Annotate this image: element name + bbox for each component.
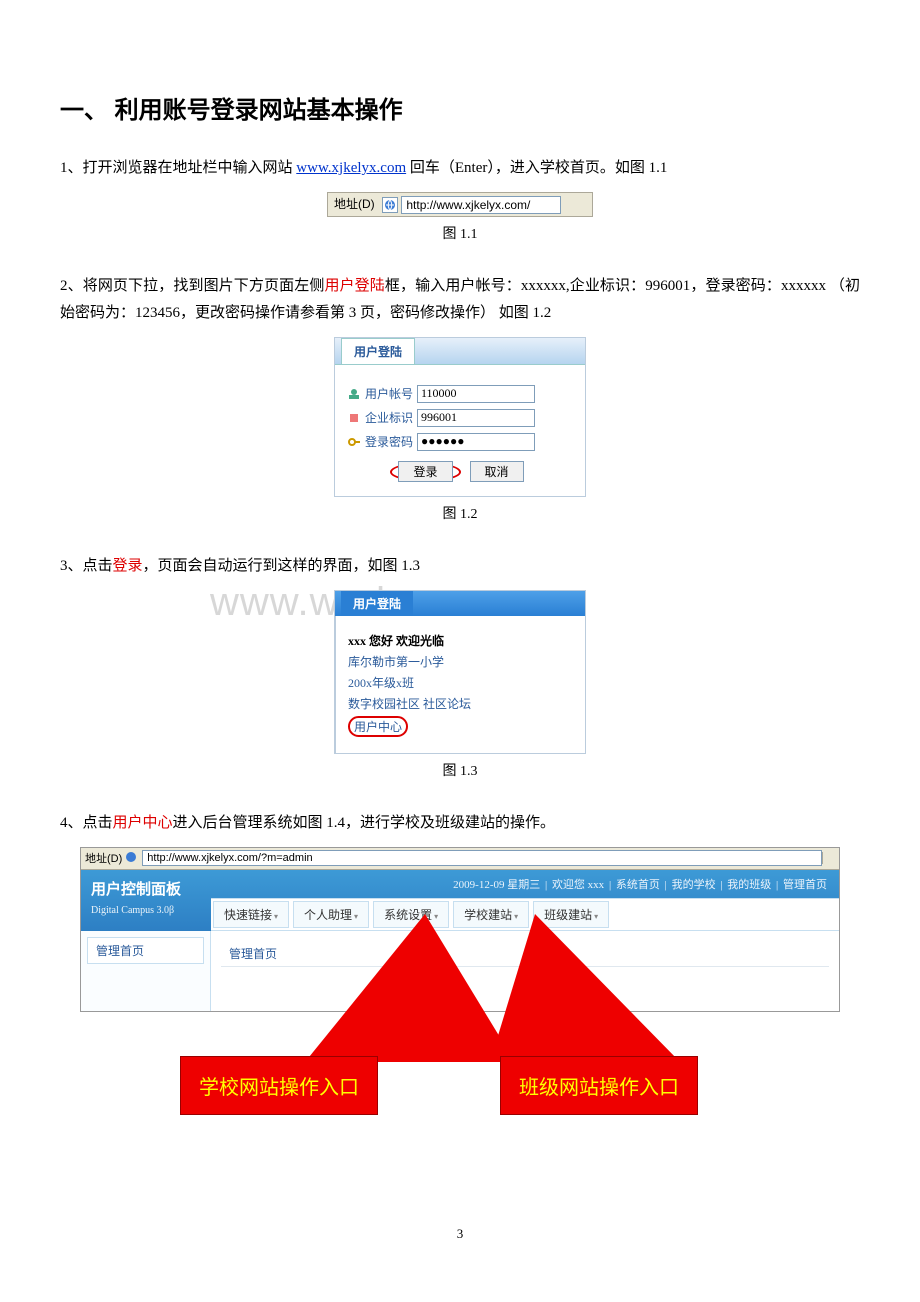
ie-icon — [124, 850, 138, 867]
enterprise-icon — [347, 411, 361, 425]
top-link-home[interactable]: 系统首页 — [616, 879, 660, 891]
callout-school: 学校网站操作入口 — [180, 1056, 378, 1115]
class-link[interactable]: 200x年级x班 — [348, 674, 573, 691]
top-link-class[interactable]: 我的班级 — [727, 879, 771, 891]
page-number: 3 — [60, 1226, 860, 1242]
top-links: 2009-12-09 星期三 | 欢迎您 xxx | 系统首页 | 我的学校 |… — [211, 870, 839, 898]
forum-link[interactable]: 社区论坛 — [423, 697, 471, 711]
step-2: 2、将网页下拉，找到图片下方页面左侧用户登陆框，输入用户帐号：xxxxxx,企业… — [60, 273, 860, 327]
step-3: 3、点击登录，页面会自动运行到这样的界面，如图 1.3 — [60, 553, 860, 580]
user-center-link[interactable]: 用户中心 — [354, 720, 402, 734]
password-input[interactable] — [417, 433, 535, 451]
admin-url: http://www.xjkelyx.com/?m=admin — [142, 850, 822, 866]
step-4: 4、点击用户中心进入后台管理系统如图 1.4，进行学校及班级建站的操作。 — [60, 810, 860, 837]
address-bar-fig1: 地址(D) http://www.xjkelyx.com/ — [327, 192, 593, 217]
key-icon — [347, 435, 361, 449]
top-link-admin[interactable]: 管理首页 — [783, 879, 827, 891]
enterprise-id-input[interactable] — [417, 409, 535, 427]
user-id-input[interactable] — [417, 385, 535, 403]
callout-arrows — [80, 914, 840, 1174]
school-link[interactable]: 库尔勒市第一小学 — [348, 653, 573, 670]
top-link-school[interactable]: 我的学校 — [672, 879, 716, 891]
caption-1-3: 图 1.3 — [60, 760, 860, 780]
ie-icon — [382, 197, 398, 213]
user-icon — [347, 387, 361, 401]
welcome-tab: 用户登陆 — [341, 591, 413, 616]
section-heading: 一、 利用账号登录网站基本操作 — [60, 90, 860, 125]
callout-class: 班级网站操作入口 — [500, 1056, 698, 1115]
login-button[interactable]: 登录 — [398, 461, 452, 482]
cancel-button[interactable]: 取消 — [470, 461, 524, 482]
scroll-icon — [822, 852, 835, 864]
panel-title: 用户控制面板 — [91, 878, 201, 899]
login-tab: 用户登陆 — [341, 338, 415, 364]
address-url: http://www.xjkelyx.com/ — [401, 196, 561, 214]
caption-1-2: 图 1.2 — [60, 503, 860, 523]
community-link[interactable]: 数字校园社区 — [348, 697, 420, 711]
step-1: 1、打开浏览器在地址栏中输入网站 www.xjkelyx.com 回车（Ente… — [60, 155, 860, 182]
caption-1-1: 图 1.1 — [60, 223, 860, 243]
website-link[interactable]: www.xjkelyx.com — [296, 160, 406, 176]
welcome-box: 用户登陆 xxx 您好 欢迎光临 库尔勒市第一小学 200x年级x班 数字校园社… — [334, 590, 586, 754]
login-box: 用户登陆 用户帐号 企业标识 登录密码 登录 取消 — [334, 337, 586, 497]
